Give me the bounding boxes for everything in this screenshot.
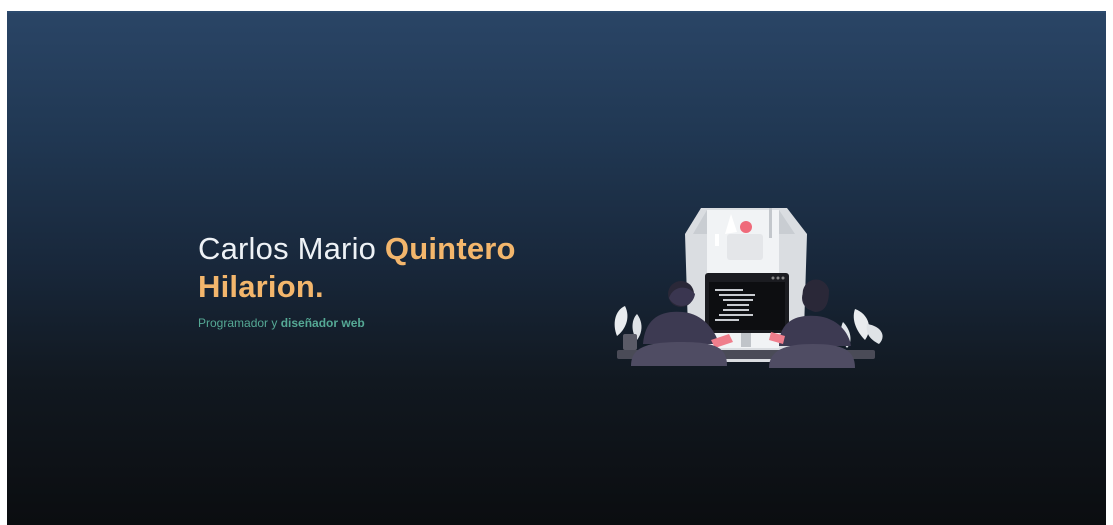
- hero-text: Carlos Mario Quintero Hilarion. Programad…: [198, 230, 558, 330]
- name-highlight: Quintero: [384, 231, 516, 266]
- hero-name: Carlos Mario Quintero Hilarion.: [198, 230, 558, 306]
- tagline-highlight: diseñador web: [280, 316, 365, 330]
- hero-tagline: Programador y diseñador web: [198, 316, 558, 330]
- tagline-role: Programador y: [198, 316, 281, 330]
- top-border: [7, 11, 1106, 13]
- name-last: Hilarion.: [198, 269, 324, 304]
- name-first: Carlos Mario: [198, 231, 385, 266]
- developers-at-computer-icon: [614, 208, 883, 368]
- hero-section: Carlos Mario Quintero Hilarion. Programad…: [7, 11, 1106, 525]
